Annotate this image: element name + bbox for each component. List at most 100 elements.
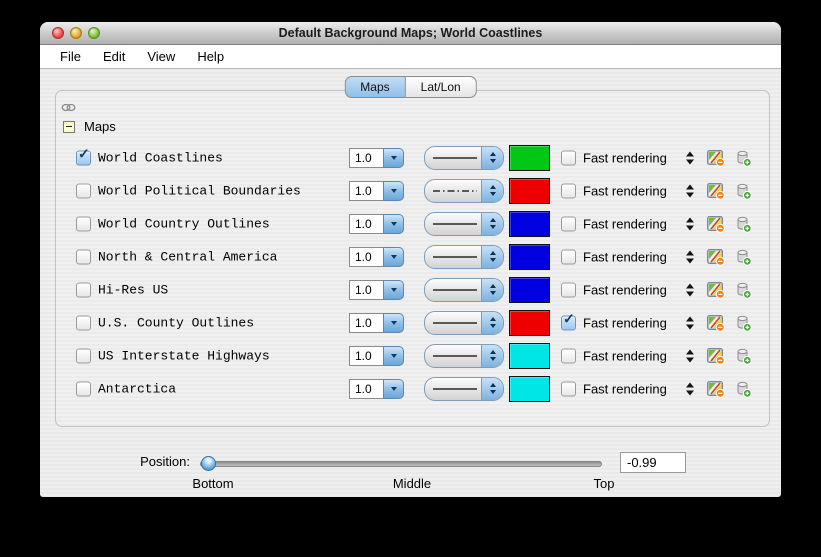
map-remove-icon[interactable] (707, 281, 725, 299)
line-style-select[interactable] (424, 212, 504, 236)
line-width-select[interactable]: 1.0 (349, 346, 404, 366)
line-width-select[interactable]: 1.0 (349, 214, 404, 234)
reorder-arrows-icon[interactable] (686, 184, 694, 197)
layer-color-swatch[interactable] (509, 277, 550, 303)
line-style-select[interactable] (424, 344, 504, 368)
line-style-select[interactable] (424, 245, 504, 269)
map-remove-icon[interactable] (707, 380, 725, 398)
chevron-up-icon (490, 383, 496, 387)
dropdown-button[interactable] (383, 247, 404, 267)
zoom-button[interactable] (88, 27, 100, 39)
fast-rendering-checkbox[interactable]: ✓ (561, 282, 576, 297)
close-button[interactable] (52, 27, 64, 39)
reorder-arrows-icon[interactable] (686, 217, 694, 230)
fast-rendering-checkbox[interactable]: ✓ (561, 348, 576, 363)
stepper-arrows-icon[interactable] (481, 180, 503, 202)
database-add-icon[interactable] (735, 380, 752, 398)
layer-color-swatch[interactable] (509, 244, 550, 270)
map-remove-icon[interactable] (707, 215, 725, 233)
layer-enabled-checkbox[interactable]: ✓ (76, 183, 91, 198)
position-slider[interactable] (200, 461, 602, 467)
line-style-select[interactable] (424, 278, 504, 302)
database-add-icon[interactable] (735, 215, 752, 233)
database-add-icon[interactable] (735, 182, 752, 200)
database-add-icon[interactable] (735, 248, 752, 266)
database-add-icon[interactable] (735, 347, 752, 365)
tree-node-label[interactable]: Maps (84, 119, 116, 134)
chevron-down-icon (391, 255, 397, 259)
menu-help[interactable]: Help (186, 45, 235, 68)
reorder-arrows-icon[interactable] (686, 151, 694, 164)
layer-color-swatch[interactable] (509, 211, 550, 237)
line-width-select[interactable]: 1.0 (349, 313, 404, 333)
database-add-icon[interactable] (735, 149, 752, 167)
stepper-arrows-icon[interactable] (481, 312, 503, 334)
stepper-arrows-icon[interactable] (481, 378, 503, 400)
tab-maps[interactable]: Maps (344, 76, 405, 98)
line-width-select[interactable]: 1.0 (349, 379, 404, 399)
database-add-icon[interactable] (735, 314, 752, 332)
dropdown-button[interactable] (383, 148, 404, 168)
minimize-button[interactable] (70, 27, 82, 39)
layer-enabled-checkbox[interactable]: ✓ (76, 216, 91, 231)
fast-rendering-label: Fast rendering (583, 282, 667, 297)
dropdown-button[interactable] (383, 379, 404, 399)
fast-rendering-checkbox[interactable]: ✓ (561, 381, 576, 396)
dropdown-button[interactable] (383, 181, 404, 201)
line-width-select[interactable]: 1.0 (349, 148, 404, 168)
line-style-sample (432, 188, 478, 194)
fast-rendering-checkbox[interactable]: ✓ (561, 249, 576, 264)
line-width-select[interactable]: 1.0 (349, 247, 404, 267)
tree-collapse-icon[interactable] (63, 121, 75, 133)
map-remove-icon[interactable] (707, 149, 725, 167)
slider-thumb[interactable] (201, 456, 216, 471)
stepper-arrows-icon[interactable] (481, 147, 503, 169)
dropdown-button[interactable] (383, 346, 404, 366)
layer-color-swatch[interactable] (509, 376, 550, 402)
map-remove-icon[interactable] (707, 182, 725, 200)
layer-color-swatch[interactable] (509, 310, 550, 336)
stepper-arrows-icon[interactable] (481, 246, 503, 268)
reorder-arrows-icon[interactable] (686, 382, 694, 395)
menu-file[interactable]: File (49, 45, 92, 68)
reorder-arrows-icon[interactable] (686, 316, 694, 329)
line-width-select[interactable]: 1.0 (349, 181, 404, 201)
layer-enabled-checkbox[interactable]: ✓ (76, 315, 91, 330)
map-remove-icon[interactable] (707, 347, 725, 365)
stepper-arrows-icon[interactable] (481, 213, 503, 235)
map-remove-icon[interactable] (707, 248, 725, 266)
layer-enabled-checkbox[interactable]: ✓ (76, 348, 91, 363)
reorder-arrows-icon[interactable] (686, 349, 694, 362)
stepper-arrows-icon[interactable] (481, 345, 503, 367)
reorder-arrows-icon[interactable] (686, 283, 694, 296)
database-add-icon[interactable] (735, 281, 752, 299)
fast-rendering-checkbox[interactable]: ✓ (561, 183, 576, 198)
line-style-select[interactable] (424, 311, 504, 335)
menu-edit[interactable]: Edit (92, 45, 136, 68)
layer-color-swatch[interactable] (509, 343, 550, 369)
menu-view[interactable]: View (136, 45, 186, 68)
layer-enabled-checkbox[interactable]: ✓ (76, 381, 91, 396)
fast-rendering-checkbox[interactable]: ✓ (561, 315, 576, 330)
tab-latlon[interactable]: Lat/Lon (406, 76, 477, 98)
reorder-arrows-icon[interactable] (686, 250, 694, 263)
map-layer-row: ✓ U.S. County Outlines 1.0 ✓ Fast render… (56, 306, 769, 339)
fast-rendering-checkbox[interactable]: ✓ (561, 150, 576, 165)
stepper-arrows-icon[interactable] (481, 279, 503, 301)
window-titlebar[interactable]: Default Background Maps; World Coastline… (40, 22, 781, 45)
fast-rendering-checkbox[interactable]: ✓ (561, 216, 576, 231)
line-style-select[interactable] (424, 377, 504, 401)
dropdown-button[interactable] (383, 313, 404, 333)
layer-enabled-checkbox[interactable]: ✓ (76, 282, 91, 297)
dropdown-button[interactable] (383, 280, 404, 300)
position-value-field[interactable] (620, 452, 686, 473)
layer-enabled-checkbox[interactable]: ✓ (76, 249, 91, 264)
line-style-select[interactable] (424, 179, 504, 203)
line-style-select[interactable] (424, 146, 504, 170)
layer-enabled-checkbox[interactable]: ✓ (76, 150, 91, 165)
layer-color-swatch[interactable] (509, 178, 550, 204)
dropdown-button[interactable] (383, 214, 404, 234)
line-width-select[interactable]: 1.0 (349, 280, 404, 300)
map-remove-icon[interactable] (707, 314, 725, 332)
layer-color-swatch[interactable] (509, 145, 550, 171)
